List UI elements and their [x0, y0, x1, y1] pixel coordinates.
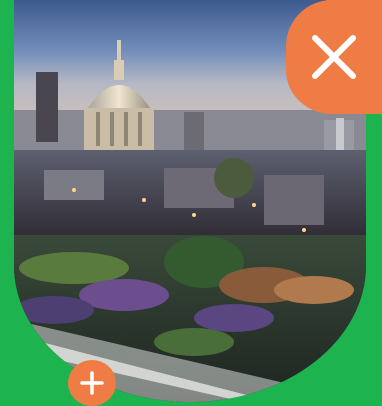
close-icon — [312, 35, 356, 79]
close-button[interactable] — [286, 0, 382, 114]
plus-icon — [80, 371, 104, 395]
add-button[interactable] — [68, 360, 116, 406]
